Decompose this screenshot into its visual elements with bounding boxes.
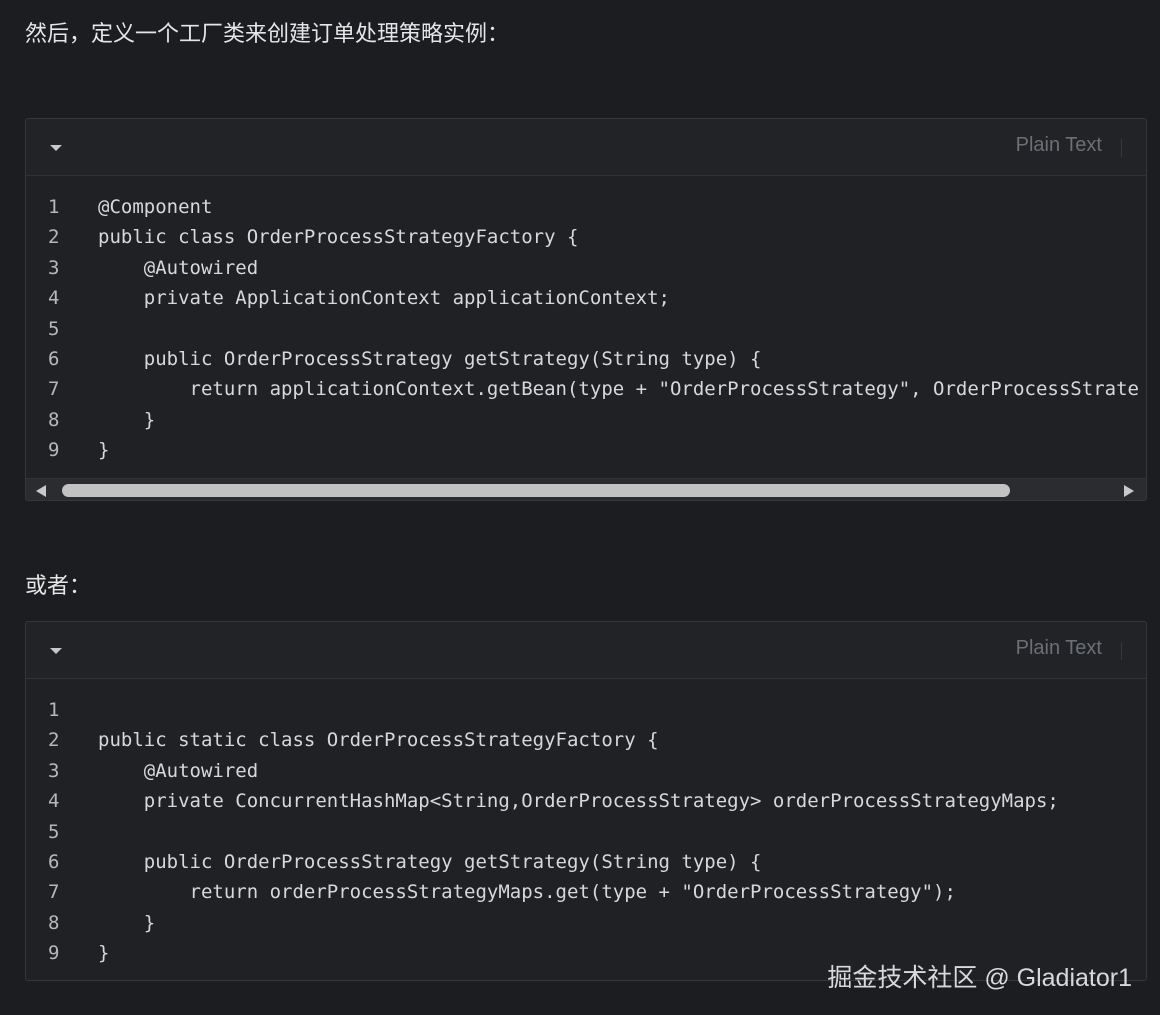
code-line: 6 public OrderProcessStrategy getStrateg… [26, 344, 1146, 374]
line-text: private ConcurrentHashMap<String,OrderPr… [98, 790, 1059, 813]
code-line: 7 return orderProcessStrategyMaps.get(ty… [26, 877, 1146, 907]
line-text: return applicationContext.getBean(type +… [98, 378, 1139, 401]
collapse-toggle-icon[interactable] [48, 644, 64, 658]
header-divider [1121, 642, 1122, 660]
line-text: @Autowired [98, 256, 259, 279]
line-number: 7 [48, 378, 60, 401]
language-label[interactable]: Plain Text [1016, 134, 1102, 157]
code-line: 3 @Autowired [26, 756, 1146, 786]
line-number: 7 [48, 881, 60, 904]
code-line: 1 @Component [26, 192, 1146, 222]
code-block-header: Plain Text [26, 622, 1146, 679]
code-line: 5 [26, 314, 1146, 344]
code-body: 1 @Component 2 public class OrderProcessSt… [26, 176, 1146, 478]
code-line: 7 return applicationContext.getBean(type… [26, 374, 1146, 404]
line-text: } [98, 911, 156, 934]
language-label[interactable]: Plain Text [1016, 637, 1102, 660]
line-number: 9 [48, 942, 60, 965]
code-line: 3 @Autowired [26, 253, 1146, 283]
code-block-2: Plain Text 1 2 public static class OrderP… [25, 621, 1147, 981]
line-text: @Component [98, 196, 213, 218]
code-block-1: Plain Text 1 @Component 2 public class Ord… [25, 118, 1147, 501]
code-body: 1 2 public static class OrderProcessStrat… [26, 679, 1146, 980]
code-line: 2 public static class OrderProcessStrateg… [26, 725, 1146, 755]
code-line: 4 private ConcurrentHashMap<String,Order… [26, 786, 1146, 816]
code-line: 5 [26, 817, 1146, 847]
horizontal-scrollbar[interactable] [26, 477, 1146, 500]
scroll-right-arrow-icon[interactable] [1124, 484, 1134, 497]
line-number: 1 [48, 699, 60, 721]
header-divider [1121, 139, 1122, 157]
scrollbar-thumb[interactable] [62, 483, 1010, 497]
line-number: 8 [48, 911, 60, 934]
line-number: 9 [48, 439, 60, 462]
collapse-toggle-icon[interactable] [48, 141, 64, 155]
line-number: 4 [48, 790, 60, 813]
line-text: } [98, 408, 156, 431]
code-line: 2 public class OrderProcessStrategyFactor… [26, 222, 1146, 252]
code-line: 8 } [26, 908, 1146, 938]
line-number: 3 [48, 759, 60, 782]
line-text: } [98, 942, 110, 965]
line-number: 2 [48, 226, 60, 249]
line-number: 8 [48, 408, 60, 431]
line-text: public OrderProcessStrategy getStrategy(… [98, 347, 762, 370]
watermark: 掘金技术社区 @ Gladiator1 [827, 964, 1132, 992]
code-line: 1 [26, 695, 1146, 725]
line-number: 3 [48, 256, 60, 279]
code-line: 8 } [26, 405, 1146, 435]
intro-paragraph: 然后，定义一个工厂类来创建订单处理策略实例： [25, 22, 510, 47]
line-number: 4 [48, 287, 60, 310]
line-number: 6 [48, 850, 60, 873]
code-line: 9} [26, 435, 1146, 465]
line-number: 5 [48, 820, 60, 843]
line-number: 2 [48, 729, 60, 752]
scroll-left-arrow-icon[interactable] [36, 484, 46, 497]
code-block-header: Plain Text [26, 119, 1146, 176]
line-text: @Autowired [98, 759, 259, 782]
or-paragraph: 或者： [25, 574, 92, 599]
line-text: return orderProcessStrategyMaps.get(type… [98, 881, 956, 904]
line-text: public class OrderProcessStrategyFactory… [98, 226, 579, 249]
code-line: 4 private ApplicationContext application… [26, 283, 1146, 313]
line-text: public static class OrderProcessStrategy… [98, 729, 659, 752]
line-number: 5 [48, 317, 60, 340]
line-text: } [98, 439, 110, 462]
code-line: 6 public OrderProcessStrategy getStrateg… [26, 847, 1146, 877]
line-text: private ApplicationContext applicationCo… [98, 287, 670, 310]
line-text: public OrderProcessStrategy getStrategy(… [98, 850, 762, 873]
line-number: 6 [48, 347, 60, 370]
line-number: 1 [48, 196, 60, 218]
